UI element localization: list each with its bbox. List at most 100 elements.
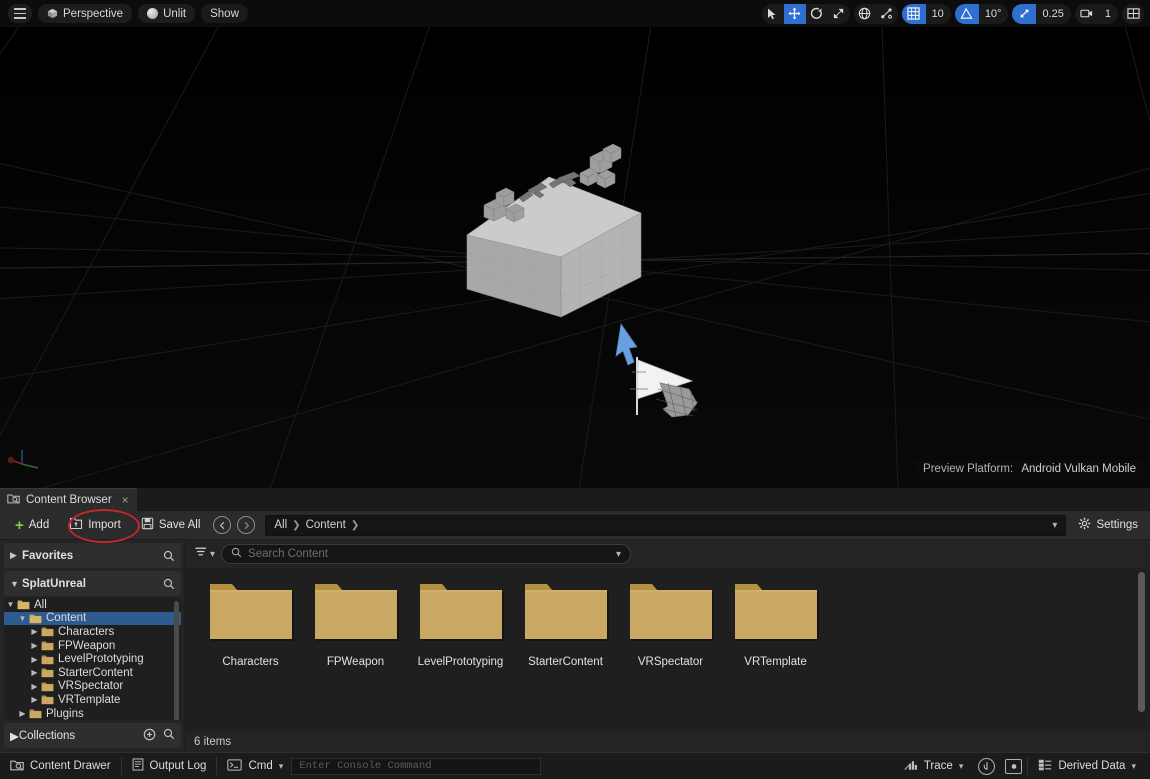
- plus-circle-icon[interactable]: [143, 728, 156, 744]
- select-tool[interactable]: [762, 4, 784, 24]
- add-button[interactable]: + Add: [6, 514, 58, 537]
- level-viewport[interactable]: Preview Platform: Android Vulkan Mobile: [0, 27, 1150, 488]
- tab-label: Content Browser: [26, 494, 112, 506]
- notifications-button[interactable]: [1000, 753, 1027, 779]
- asset-item[interactable]: Characters: [198, 580, 303, 668]
- chevron-down-icon[interactable]: ▾: [279, 761, 284, 772]
- content-browser-main: ▾ ▾ Character: [186, 540, 1150, 752]
- viewport-toolbar-right: 10 10° 0.25: [762, 4, 1150, 24]
- search-input[interactable]: [248, 548, 610, 560]
- grid-snap-value[interactable]: 10: [926, 4, 951, 24]
- content-drawer-button[interactable]: Content Drawer: [0, 753, 121, 779]
- chevron-down-icon[interactable]: ▾: [1131, 761, 1136, 772]
- tree-item-vrtemplate[interactable]: ▶VRTemplate: [4, 693, 181, 707]
- breadcrumb-item-all[interactable]: All: [274, 519, 287, 531]
- cmd-label: Cmd: [248, 760, 272, 772]
- asset-item[interactable]: StarterContent: [513, 580, 618, 668]
- lighting-mode-button[interactable]: Unlit: [138, 4, 195, 23]
- project-search-icon[interactable]: [163, 578, 175, 590]
- tree-item-startercontent[interactable]: ▶StarterContent: [4, 666, 181, 680]
- plus-icon: +: [15, 518, 24, 533]
- viewport-layout-icon[interactable]: [1122, 4, 1144, 24]
- tree-item-all[interactable]: ▼All: [4, 598, 181, 612]
- settings-button[interactable]: Settings: [1068, 514, 1144, 537]
- tree-item-label: LevelPrototyping: [58, 653, 144, 665]
- lighting-mode-label: Unlit: [163, 8, 186, 20]
- angle-icon[interactable]: [955, 4, 979, 24]
- trace-dropdown[interactable]: Trace ▾: [894, 753, 974, 779]
- chevron-right-icon[interactable]: ▶: [28, 641, 41, 650]
- chevron-down-icon[interactable]: ▼: [4, 600, 17, 609]
- angle-snap-value[interactable]: 10°: [979, 4, 1009, 24]
- save-all-button[interactable]: Save All: [132, 514, 210, 537]
- asset-item[interactable]: VRTemplate: [723, 580, 828, 668]
- scale-snap-value[interactable]: 0.25: [1036, 4, 1070, 24]
- folder-icon: [41, 681, 54, 692]
- folder-icon: [41, 654, 54, 665]
- breadcrumb[interactable]: All ❯ Content ❯ ▾: [265, 515, 1066, 536]
- globe-icon[interactable]: [854, 4, 876, 24]
- folder-icon: [29, 708, 42, 719]
- collections-search-icon[interactable]: [163, 728, 175, 743]
- output-log-label: Output Log: [150, 760, 207, 772]
- rotate-tool[interactable]: [806, 4, 828, 24]
- derived-data-dropdown[interactable]: Derived Data ▾: [1028, 753, 1146, 779]
- search-options-chevron-icon[interactable]: ▾: [616, 549, 621, 560]
- move-tool[interactable]: [784, 4, 806, 24]
- chevron-right-icon[interactable]: ▶: [28, 627, 41, 636]
- chevron-down-icon[interactable]: ▾: [1052, 520, 1057, 531]
- close-icon[interactable]: ×: [122, 493, 129, 507]
- chevron-right-icon[interactable]: ▶: [28, 655, 41, 664]
- chevron-down-icon[interactable]: ▾: [959, 761, 964, 772]
- favorites-search-icon[interactable]: [163, 550, 175, 562]
- asset-item[interactable]: LevelPrototyping: [408, 580, 513, 668]
- console-input[interactable]: [299, 760, 533, 772]
- hamburger-icon[interactable]: [8, 4, 32, 23]
- scale-snap-icon[interactable]: [1012, 4, 1036, 24]
- asset-grid[interactable]: Characters FPWeaponLevelPrototypingStarte…: [186, 568, 1150, 732]
- cmd-dropdown[interactable]: Cmd ▾: [217, 753, 287, 779]
- asset-item[interactable]: VRSpectator: [618, 580, 723, 668]
- favorites-section[interactable]: ▶ Favorites: [4, 543, 181, 568]
- project-section[interactable]: ▼ SplatUnreal: [4, 571, 181, 596]
- tab-content-browser[interactable]: Content Browser ×: [0, 488, 137, 511]
- tree-item-vrspectator[interactable]: ▶VRSpectator: [4, 680, 181, 694]
- source-control-button[interactable]: [973, 753, 1000, 779]
- grid-icon[interactable]: [902, 4, 926, 24]
- scale-tool[interactable]: [828, 4, 850, 24]
- filter-button[interactable]: ▾: [194, 545, 215, 563]
- back-button[interactable]: [213, 516, 231, 534]
- camera-icon[interactable]: [1075, 4, 1099, 24]
- tree-item-label: FPWeapon: [58, 640, 115, 652]
- chevron-down-icon[interactable]: ▼: [16, 614, 29, 623]
- chevron-right-icon[interactable]: ▶: [28, 682, 41, 691]
- asset-grid-scrollbar[interactable]: [1138, 572, 1145, 712]
- tree-item-characters[interactable]: ▶Characters: [4, 625, 181, 639]
- console-command-field[interactable]: [291, 758, 541, 775]
- folder-tree[interactable]: ▼All▼Content▶Characters▶FPWeapon▶LevelPr…: [4, 598, 181, 720]
- import-button[interactable]: Import: [60, 514, 130, 537]
- notifications-icon: [1005, 759, 1022, 774]
- perspective-button[interactable]: Perspective: [38, 4, 132, 23]
- asset-item[interactable]: FPWeapon: [303, 580, 408, 668]
- tree-scrollbar[interactable]: [174, 601, 179, 720]
- camera-speed-value[interactable]: 1: [1099, 4, 1118, 24]
- output-log-button[interactable]: Output Log: [122, 753, 217, 779]
- collections-section[interactable]: ▶ Collections: [4, 723, 181, 748]
- chevron-right-icon[interactable]: ▶: [28, 695, 41, 704]
- tree-item-fpweapon[interactable]: ▶ FPWeapon: [4, 639, 181, 653]
- search-content-box[interactable]: ▾: [221, 544, 631, 564]
- tree-item-plugins[interactable]: ▶Plugins: [4, 707, 181, 720]
- tree-item-content[interactable]: ▼Content: [4, 612, 181, 626]
- forward-button[interactable]: [237, 516, 255, 534]
- tree-item-levelprototyping[interactable]: ▶ LevelPrototyping: [4, 652, 181, 666]
- chevron-right-icon[interactable]: ▶: [16, 709, 29, 718]
- show-menu-button[interactable]: Show: [201, 4, 248, 23]
- axis-gizmo: [8, 446, 42, 476]
- asset-label: Characters: [222, 656, 278, 668]
- surface-snap-icon[interactable]: [876, 4, 898, 24]
- viewport-toolbar-left: Perspective Unlit Show: [0, 4, 248, 23]
- breadcrumb-item-content[interactable]: Content: [306, 519, 346, 531]
- chevron-down-icon[interactable]: ▾: [210, 549, 215, 560]
- chevron-right-icon[interactable]: ▶: [28, 668, 41, 677]
